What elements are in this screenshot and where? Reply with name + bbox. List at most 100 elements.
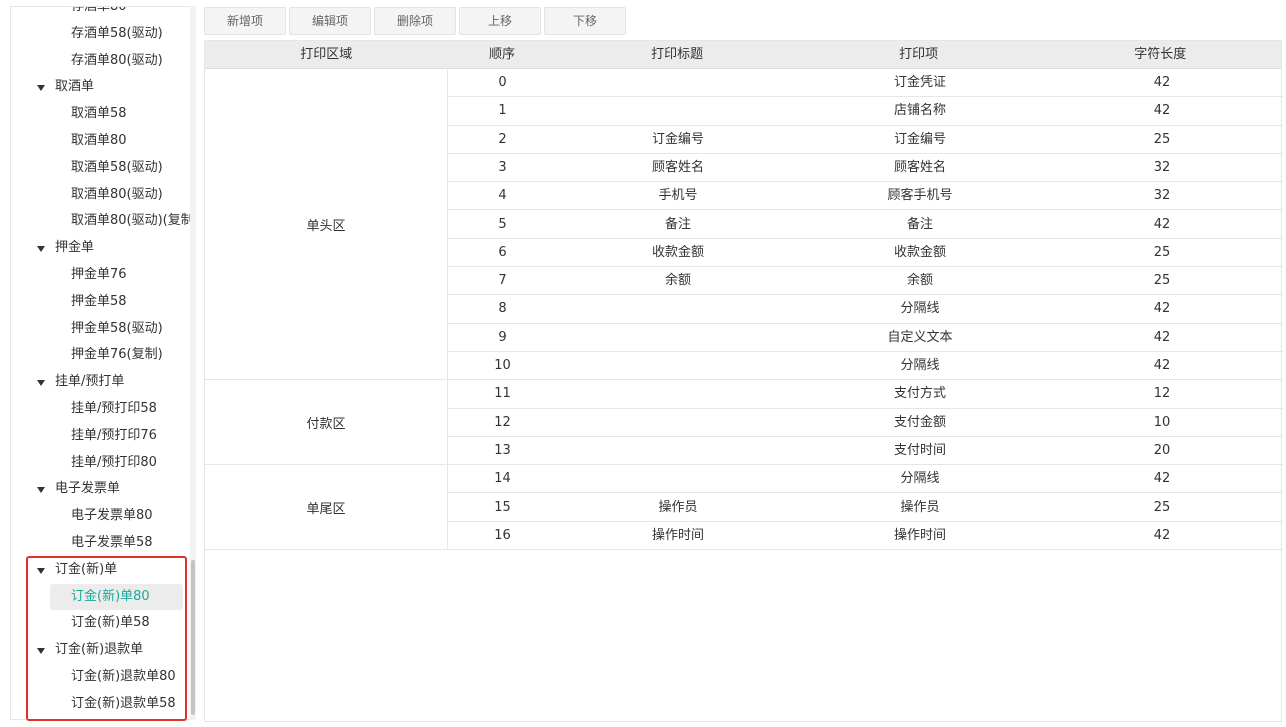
order-cell: 2 [498,131,507,147]
tree-group-node[interactable]: 取酒单 [11,74,196,101]
sidebar-scrollbar-thumb[interactable] [191,560,195,715]
tree-template-node[interactable]: 挂单/预打印76 [11,423,196,450]
tree-template-node[interactable]: 订金(新)退款单58 [11,691,196,718]
move-up-button[interactable]: 上移 [459,7,541,35]
char-length-cell: 32 [1153,159,1171,175]
caret-down-icon[interactable] [37,648,45,655]
tree-template-node[interactable]: 取酒单58 [11,101,196,128]
tree-template-node[interactable]: 押金单76 [11,262,196,289]
tree-group-node[interactable]: 押金单 [11,235,196,262]
tree-template-node[interactable]: 挂单/预打印58 [11,396,196,423]
tree-node-label: 电子发票单 [55,481,121,497]
edit-item-button[interactable]: 编辑项 [289,7,371,35]
order-cell: 10 [494,358,511,373]
tree-node-label: 订金(新)单80 [71,588,150,604]
tree-node-label: 存酒单80(驱动) [71,52,163,68]
template-tree: 存酒单80 存酒单58(驱动) 存酒单80(驱动) 取酒单取酒单58 取酒单80 取酒单5… [11,7,196,718]
table-row[interactable]: 2 订金编号 订金编号 25 [448,126,1283,154]
caret-down-icon[interactable] [37,567,45,574]
table-row[interactable]: 10 分隔线 42 [448,352,1283,381]
print-item-cell: 操作时间 [893,527,946,543]
table-row[interactable]: 9 自定义文本 42 [448,324,1283,352]
table-row[interactable]: 14 分隔线 42 [448,465,1283,494]
table-row[interactable]: 5 备注 备注 42 [448,211,1283,239]
tree-template-node[interactable]: 订金(新)单58 [11,610,196,637]
print-item-cell: 分隔线 [900,471,940,487]
tree-template-node[interactable]: 取酒单80(驱动) [11,182,196,209]
print-title-cell [557,324,799,351]
tree-node-label: 取酒单58(驱动) [71,159,163,175]
tree-group-node[interactable]: 电子发票单 [11,476,196,503]
tree-node-label: 订金(新)退款单 [55,642,144,658]
table-row[interactable]: 4 手机号 顾客手机号 32 [448,182,1283,211]
tree-group-node[interactable]: 挂单/预打单 [11,369,196,396]
char-length-cell: 25 [1153,244,1171,260]
char-length-cell: 42 [1153,216,1171,232]
table-row[interactable]: 16 操作时间 操作时间 42 [448,522,1283,551]
tree-group-node[interactable]: 订金(新)单 [11,557,196,584]
caret-down-icon[interactable] [37,380,45,387]
tree-template-node[interactable]: 押金单58(驱动) [11,316,196,343]
delete-item-button[interactable]: 删除项 [374,7,456,35]
tree-template-node[interactable]: 电子发票单80 [11,503,196,530]
print-area-cell: 单头区 [205,69,448,381]
header-print-area[interactable]: 打印区域 [205,41,448,68]
char-length-cell: 32 [1153,188,1171,204]
char-length-cell: 10 [1153,414,1171,430]
table-row[interactable]: 15 操作员 操作员 25 [448,494,1283,522]
tree-node-label: 押金单76 [71,266,127,282]
table-row[interactable]: 7 余额 余额 25 [448,267,1283,296]
tree-template-node[interactable]: 存酒单80 [11,7,196,21]
table-row[interactable]: 6 收款金额 收款金额 25 [448,239,1283,268]
print-title-cell: 顾客姓名 [651,159,704,175]
tree-node-label: 订金(新)单58 [71,615,150,631]
print-item-cell: 自定义文本 [887,329,953,345]
table-row[interactable]: 13 支付时间 20 [448,437,1283,466]
tree-node-label: 押金单76(复制) [71,347,163,363]
caret-down-icon[interactable] [37,487,45,494]
char-length-cell: 42 [1153,103,1171,119]
tree-node-label: 挂单/预打印76 [71,427,157,443]
header-print-title[interactable]: 打印标题 [556,41,798,68]
caret-down-icon[interactable] [37,85,45,92]
caret-down-icon[interactable] [37,246,45,253]
tree-node-label: 存酒单58(驱动) [71,25,163,41]
tree-template-node[interactable]: 订金(新)单80 [50,583,183,611]
tree-template-node[interactable]: 取酒单80 [11,128,196,155]
char-length-cell: 42 [1153,75,1171,90]
move-down-button[interactable]: 下移 [544,7,626,35]
header-order[interactable]: 顺序 [448,41,557,68]
header-char-length[interactable]: 字符长度 [1039,41,1281,68]
tree-template-node[interactable]: 挂单/预打印80 [11,450,196,477]
tree-template-node[interactable]: 取酒单80(驱动)(复制) [11,208,196,235]
tree-template-node[interactable]: 存酒单80(驱动) [11,48,196,75]
print-title-cell [557,409,799,436]
print-title-cell [557,380,799,407]
tree-template-node[interactable]: 取酒单58(驱动) [11,155,196,182]
tree-template-node[interactable]: 存酒单58(驱动) [11,21,196,48]
order-cell: 6 [498,244,507,260]
table-row[interactable]: 11 支付方式 12 [448,380,1283,409]
table-row[interactable]: 3 顾客姓名 顾客姓名 32 [448,154,1283,183]
table-header: 打印区域 顺序 打印标题 打印项 字符长度 [205,41,1281,69]
tree-template-node[interactable]: 押金单58 [11,289,196,316]
tree-group-node[interactable]: 订金(新)退款单 [11,637,196,664]
print-item-cell: 支付时间 [893,442,946,458]
order-cell: 11 [494,386,511,402]
table-row[interactable]: 8 分隔线 42 [448,295,1283,324]
table-row[interactable]: 0 订金凭证 42 [448,69,1283,98]
table-row[interactable]: 1 店铺名称 42 [448,97,1283,126]
order-cell: 8 [498,301,507,317]
tree-template-node[interactable]: 电子发票单58 [11,530,196,557]
tree-template-node[interactable]: 订金(新)退款单80 [11,664,196,691]
header-print-item[interactable]: 打印项 [798,41,1040,68]
add-item-button[interactable]: 新增项 [204,7,286,35]
tree-node-label: 电子发票单58 [71,534,153,550]
print-title-cell [557,69,799,96]
tree-template-node[interactable]: 押金单76(复制) [11,342,196,369]
tree-node-label: 取酒单 [55,79,95,95]
table-row[interactable]: 12 支付金额 10 [448,409,1283,437]
char-length-cell: 25 [1153,273,1171,289]
order-cell: 13 [494,442,511,458]
print-title-cell [557,97,799,124]
